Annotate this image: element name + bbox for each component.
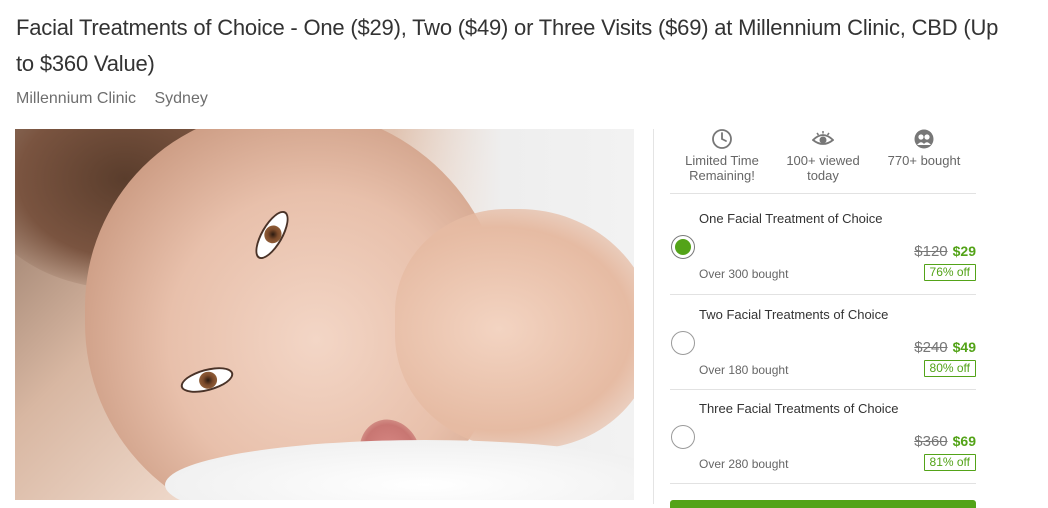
option-bought-count: Over 280 bought xyxy=(699,457,789,471)
image-hand xyxy=(395,209,634,449)
option-radio[interactable] xyxy=(671,331,695,355)
option-radio[interactable] xyxy=(671,235,695,259)
eye-icon xyxy=(812,131,834,145)
option-bought-count: Over 180 bought xyxy=(699,363,789,377)
stat-text: Limited Time Remaining! xyxy=(685,153,759,183)
discount-badge: 80% off xyxy=(923,360,976,377)
option-bought-count: Over 300 bought xyxy=(699,267,789,281)
location-label: Sydney xyxy=(154,90,208,107)
option-name: Three Facial Treatments of Choice xyxy=(699,401,899,416)
original-price: $360 xyxy=(914,433,948,450)
discount-badge: 76% off xyxy=(923,264,976,281)
option-radio[interactable] xyxy=(671,425,695,449)
merchant-link[interactable]: Millennium Clinic xyxy=(16,90,136,107)
deal-option[interactable]: Three Facial Treatments of Choice $360 $6… xyxy=(670,390,976,484)
stat-viewed: 100+ viewed today xyxy=(773,128,873,183)
buy-button[interactable] xyxy=(670,500,976,508)
deal-image[interactable] xyxy=(15,129,634,500)
stat-text: 770+ bought xyxy=(887,153,961,168)
original-price: $120 xyxy=(914,243,948,260)
sale-price: $29 xyxy=(952,243,976,259)
original-price: $240 xyxy=(914,339,948,356)
stat-text: 100+ viewed today xyxy=(786,153,860,183)
discount-badge: 81% off xyxy=(923,454,976,471)
deal-option[interactable]: One Facial Treatment of Choice $120 $29 O… xyxy=(670,200,976,295)
people-icon xyxy=(914,129,934,149)
clock-icon xyxy=(712,129,732,149)
deal-title: Facial Treatments of Choice - One ($29),… xyxy=(16,15,999,76)
option-name: Two Facial Treatments of Choice xyxy=(699,307,889,322)
option-prices: $120 $29 xyxy=(914,243,976,260)
deal-option[interactable]: Two Facial Treatments of Choice $240 $49 … xyxy=(670,296,976,390)
option-name: One Facial Treatment of Choice xyxy=(699,211,883,226)
deal-meta: Millennium Clinic Sydney xyxy=(16,90,222,108)
sale-price: $69 xyxy=(952,433,976,449)
option-prices: $360 $69 xyxy=(914,433,976,450)
deal-stats: Limited Time Remaining! 100+ viewed toda… xyxy=(670,128,976,194)
sale-price: $49 xyxy=(952,339,976,355)
column-divider xyxy=(653,129,654,504)
option-prices: $240 $49 xyxy=(914,339,976,356)
stat-bought: 770+ bought xyxy=(874,128,974,168)
stat-limited-time: Limited Time Remaining! xyxy=(672,128,772,183)
